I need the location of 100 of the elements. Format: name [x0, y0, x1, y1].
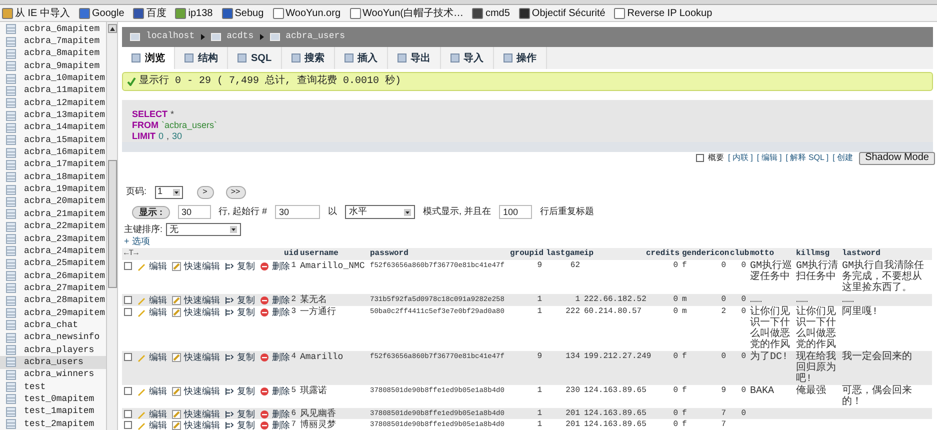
column-header[interactable]: uid: [284, 249, 298, 258]
sidebar-item[interactable]: acbra_players: [0, 344, 106, 356]
row-action-link[interactable]: 快速编辑: [184, 409, 220, 420]
row-action-link[interactable]: 复制: [237, 409, 255, 420]
bookmark-link[interactable]: Reverse IP Lookup: [614, 6, 712, 20]
row-action-link[interactable]: 快速编辑: [184, 420, 220, 430]
row-checkbox[interactable]: [124, 387, 132, 396]
tab[interactable]: 操作: [494, 47, 547, 69]
bookmark-link[interactable]: WooYun(白帽子技术…: [350, 6, 464, 20]
sidebar-item[interactable]: acbra_18mapitem: [0, 171, 106, 184]
sidebar-item[interactable]: acbra_28mapitem: [0, 294, 106, 307]
row-checkbox[interactable]: [124, 421, 132, 430]
bookmark-link[interactable]: cmd5: [472, 6, 510, 20]
sidebar-item[interactable]: acbra_23mapitem: [0, 232, 106, 246]
sidebar-item[interactable]: test_2mapitem: [0, 418, 106, 430]
column-header[interactable]: lastword: [842, 249, 880, 258]
tab[interactable]: 浏览: [122, 47, 175, 69]
column-header[interactable]: gender: [682, 249, 711, 258]
sidebar-item[interactable]: acbra_20mapitem: [0, 196, 106, 208]
sidebar-item[interactable]: acbra_22mapitem: [0, 220, 106, 233]
row-action-link[interactable]: 删除: [272, 295, 290, 306]
row-action-link[interactable]: 复制: [237, 261, 255, 272]
row-action-link[interactable]: 快速编辑: [184, 307, 220, 318]
row-action-link[interactable]: 快速编辑: [184, 386, 220, 396]
column-header[interactable]: groupid: [510, 249, 544, 258]
query-link[interactable]: [ 编辑 ]: [756, 152, 782, 164]
sidebar-item[interactable]: acbra_21mapitem: [0, 208, 106, 220]
sidebar-item[interactable]: acbra_10mapitem: [0, 72, 106, 85]
sidebar-item[interactable]: acbra_16mapitem: [0, 146, 106, 159]
query-link[interactable]: [ 创建: [832, 152, 854, 164]
column-header[interactable]: username: [300, 249, 338, 258]
sort-select[interactable]: 无: [166, 222, 241, 236]
row-action-link[interactable]: 编辑: [149, 409, 167, 420]
row-action-link[interactable]: 快速编辑: [184, 295, 220, 306]
sidebar-item[interactable]: acbra_24mapitem: [0, 245, 106, 258]
number-field[interactable]: 30: [178, 205, 210, 220]
sidebar-item[interactable]: acbra_newsinfo: [0, 332, 106, 344]
column-arrows[interactable]: ←T→: [124, 249, 138, 258]
row-action-link[interactable]: 删除: [272, 420, 290, 430]
column-header[interactable]: killmsg: [796, 249, 830, 258]
bookmark-link[interactable]: Google: [79, 6, 124, 20]
display-button[interactable]: 显示 :: [132, 206, 170, 219]
column-header[interactable]: lastgame: [546, 249, 584, 258]
row-action-link[interactable]: 复制: [237, 420, 255, 430]
row-action-link[interactable]: 删除: [272, 307, 290, 318]
sidebar-item[interactable]: acbra_15mapitem: [0, 134, 106, 146]
column-header[interactable]: ip: [584, 249, 594, 258]
row-action-link[interactable]: 删除: [272, 409, 290, 420]
options-link[interactable]: + 选项: [122, 236, 150, 248]
scroll-thumb[interactable]: [108, 160, 117, 288]
sidebar-item[interactable]: acbra_13mapitem: [0, 109, 106, 122]
row-action-link[interactable]: 编辑: [149, 352, 167, 362]
row-action-link[interactable]: 复制: [237, 307, 255, 318]
row-action-link[interactable]: 快速编辑: [184, 261, 220, 272]
profiling-checkbox[interactable]: [696, 154, 704, 162]
sidebar-item[interactable]: acbra_12mapitem: [0, 97, 106, 110]
sidebar-item[interactable]: acbra_winners: [0, 368, 106, 381]
column-header[interactable]: icon: [710, 249, 730, 258]
row-action-link[interactable]: 复制: [237, 352, 255, 362]
sidebar-item[interactable]: test_0mapitem: [0, 393, 106, 406]
mode-select[interactable]: 水平: [345, 205, 416, 220]
bookmark-link[interactable]: ip138: [175, 6, 213, 20]
tab[interactable]: 导出: [388, 47, 441, 69]
query-link[interactable]: [ 内联 ]: [728, 152, 753, 164]
tab[interactable]: 搜索: [282, 47, 335, 69]
sidebar-item[interactable]: acbra_users: [0, 356, 106, 369]
row-action-link[interactable]: 快速编辑: [184, 352, 220, 362]
column-header[interactable]: credits: [646, 249, 680, 258]
row-checkbox[interactable]: [124, 353, 132, 362]
row-checkbox[interactable]: [124, 262, 132, 270]
scrollbar[interactable]: [106, 22, 118, 430]
bookmark-link[interactable]: 从 IE 中导入: [2, 6, 70, 20]
sidebar-item[interactable]: acbra_7mapitem: [0, 35, 106, 48]
sidebar-item[interactable]: acbra_6mapitem: [0, 23, 106, 36]
row-action-link[interactable]: 复制: [237, 386, 255, 396]
column-header[interactable]: motto: [750, 249, 774, 258]
sidebar-item[interactable]: acbra_29mapitem: [0, 306, 106, 320]
row-action-link[interactable]: 删除: [272, 261, 290, 272]
sidebar-item[interactable]: acbra_26mapitem: [0, 270, 106, 282]
sidebar-item[interactable]: acbra_14mapitem: [0, 122, 106, 134]
sidebar-item[interactable]: acbra_8mapitem: [0, 48, 106, 60]
sidebar-item[interactable]: acbra_11mapitem: [0, 84, 106, 98]
next-page-button[interactable]: >: [196, 186, 214, 199]
row-action-link[interactable]: 编辑: [149, 295, 167, 306]
sidebar-item[interactable]: acbra_chat: [0, 319, 106, 332]
sidebar-item[interactable]: acbra_27mapitem: [0, 282, 106, 295]
tab[interactable]: 插入: [334, 47, 388, 69]
tab[interactable]: 导入: [440, 47, 494, 69]
sidebar-item[interactable]: test: [0, 380, 106, 394]
row-action-link[interactable]: 删除: [272, 352, 290, 362]
row-action-link[interactable]: 编辑: [149, 420, 167, 430]
shadow-mode-button[interactable]: Shadow Mode: [859, 152, 935, 165]
row-action-link[interactable]: 复制: [237, 295, 255, 306]
sidebar-item[interactable]: acbra_25mapitem: [0, 258, 106, 270]
last-page-button[interactable]: >>: [226, 186, 246, 199]
row-checkbox[interactable]: [124, 296, 132, 304]
page-select[interactable]: 1: [154, 186, 183, 199]
row-checkbox[interactable]: [124, 308, 132, 316]
bookmark-link[interactable]: Objectif Sécurité: [518, 6, 606, 20]
row-action-link[interactable]: 编辑: [149, 386, 167, 396]
